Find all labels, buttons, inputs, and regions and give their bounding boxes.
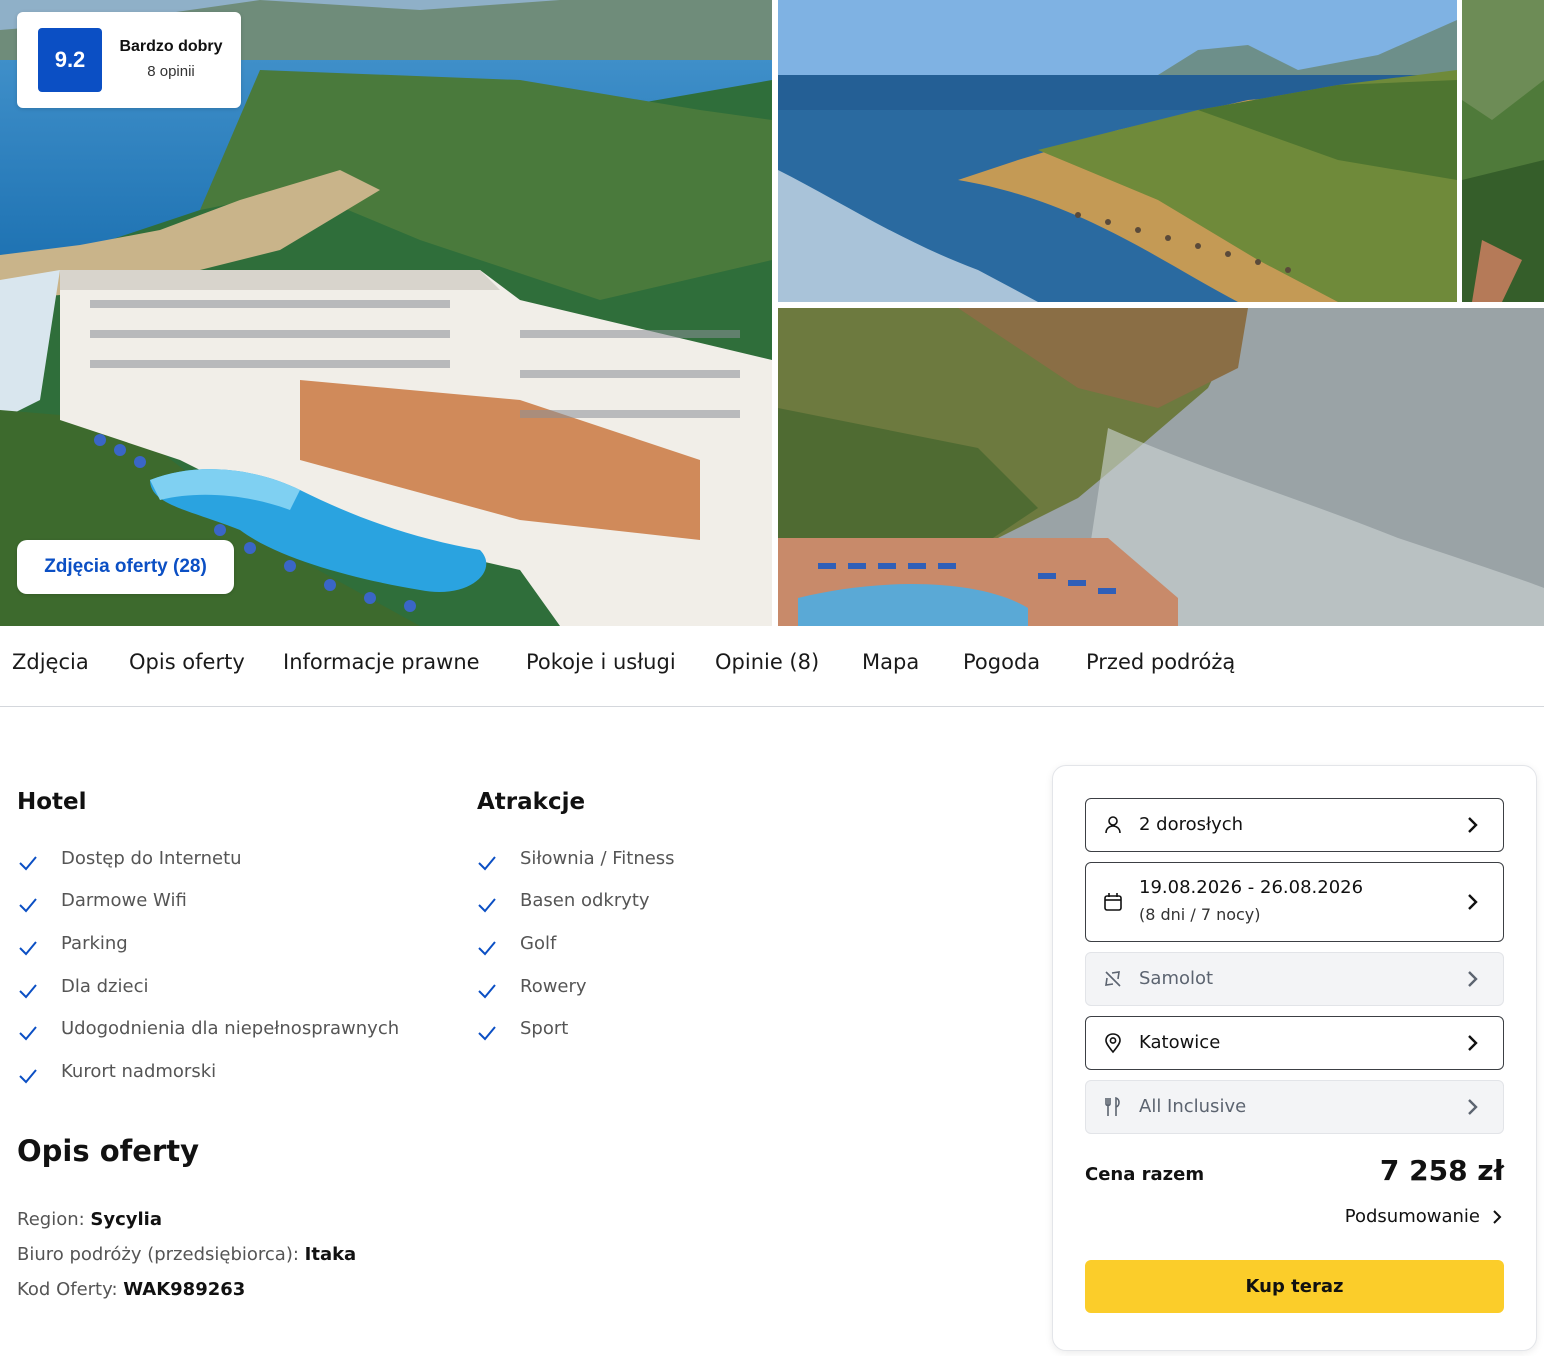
board-value: All Inclusive (1139, 1096, 1247, 1117)
chevron-right-icon (1468, 894, 1478, 910)
transport-value: Samolot (1139, 968, 1214, 989)
check-icon (19, 1069, 37, 1084)
tab-offer-description[interactable]: Opis oferty (129, 650, 245, 674)
attraction-item: Rowery (476, 971, 587, 1001)
summary-link[interactable]: Podsumowanie (1345, 1206, 1504, 1227)
amenity-item: Udogodnienia dla niepełnosprawnych (17, 1013, 399, 1043)
transport-selector[interactable]: Samolot (1085, 952, 1504, 1006)
rating-label: Bardzo dobry (119, 38, 223, 55)
check-icon (478, 941, 496, 956)
amenity-label: Kurort nadmorski (61, 1060, 217, 1082)
booking-panel: 2 dorosłych 19.08.2026 - 26.08.2026 (8 d… (1052, 765, 1537, 1351)
photo-gallery: 9.2 Bardzo dobry 8 opinii Zdjęcia oferty… (0, 0, 1544, 626)
attractions-title: Atrakcje (477, 789, 586, 815)
tab-legal-info[interactable]: Informacje prawne (283, 650, 480, 674)
attraction-label: Siłownia / Fitness (520, 847, 675, 869)
tab-reviews[interactable]: Opinie (8) (715, 650, 819, 674)
attraction-label: Rowery (520, 975, 587, 997)
attraction-item: Golf (476, 928, 556, 958)
board-selector[interactable]: All Inclusive (1085, 1080, 1504, 1134)
amenity-label: Udogodnienia dla niepełnosprawnych (61, 1017, 400, 1039)
amenity-label: Dostęp do Internetu (61, 847, 242, 869)
person-icon (1105, 816, 1121, 834)
offer-code-value: WAK989263 (123, 1279, 246, 1300)
beach-photo[interactable] (778, 0, 1457, 302)
check-icon (19, 898, 37, 913)
attraction-item: Basen odkryty (476, 885, 650, 915)
amenity-item: Darmowe Wifi (17, 885, 187, 915)
tab-rooms-services[interactable]: Pokoje i usługi (526, 650, 676, 674)
total-price-label: Cena razem (1085, 1164, 1205, 1185)
check-icon (478, 984, 496, 999)
tab-weather[interactable]: Pogoda (963, 650, 1040, 674)
amenity-label: Parking (61, 932, 128, 954)
travelers-value: 2 dorosłych (1139, 814, 1244, 835)
amenity-item: Parking (17, 928, 128, 958)
hotel-amenities-title: Hotel (17, 789, 87, 815)
amenity-label: Dla dzieci (61, 975, 149, 997)
check-icon (19, 941, 37, 956)
section-tabs: Zdjęcia Opis oferty Informacje prawne Po… (0, 626, 1544, 707)
check-icon (478, 1026, 496, 1041)
check-icon (478, 898, 496, 913)
offer-description-title: Opis oferty (17, 1134, 199, 1168)
offer-code-label: Kod Oferty: (17, 1279, 124, 1300)
chevron-right-icon (1468, 1099, 1478, 1115)
tab-before-travel[interactable]: Przed podróżą (1086, 650, 1235, 674)
check-icon (19, 984, 37, 999)
chevron-right-icon (1468, 1035, 1478, 1051)
check-icon (478, 856, 496, 871)
duration-value: (8 dni / 7 nocy) (1139, 905, 1261, 924)
chevron-right-icon (1468, 971, 1478, 987)
amenity-label: Darmowe Wifi (61, 889, 187, 911)
summary-label: Podsumowanie (1344, 1206, 1480, 1227)
chevron-right-icon (1468, 817, 1478, 833)
offer-photos-button[interactable]: Zdjęcia oferty (28) (17, 540, 234, 594)
rating-card[interactable]: 9.2 Bardzo dobry 8 opinii (17, 12, 241, 108)
region-value: Sycylia (90, 1209, 162, 1230)
dates-value: 19.08.2026 - 26.08.2026 (1139, 877, 1364, 898)
check-icon (19, 856, 37, 871)
amenity-item: Kurort nadmorski (17, 1056, 216, 1086)
chevron-right-icon (1493, 1209, 1502, 1224)
operator-row: Biuro podróży (przedsiębiorca): Itaka (17, 1244, 356, 1265)
buy-now-button[interactable]: Kup teraz (1085, 1260, 1504, 1313)
cliff-photo[interactable] (1462, 0, 1544, 302)
calendar-icon (1104, 893, 1122, 911)
rating-count: 8 opinii (147, 63, 195, 80)
departure-selector[interactable]: Katowice (1085, 1016, 1504, 1070)
location-pin-icon (1105, 1033, 1121, 1054)
tab-photos[interactable]: Zdjęcia (12, 650, 89, 674)
coast-photo[interactable] (778, 308, 1544, 626)
cutlery-icon (1105, 1096, 1120, 1116)
operator-value: Itaka (304, 1244, 357, 1265)
region-label: Region: (17, 1209, 91, 1230)
attraction-label: Golf (520, 932, 557, 954)
offer-code-row: Kod Oferty: WAK989263 (17, 1279, 245, 1300)
operator-label: Biuro podróży (przedsiębiorca): (17, 1244, 305, 1265)
region-row: Region: Sycylia (17, 1209, 162, 1230)
check-icon (19, 1026, 37, 1041)
dates-selector[interactable]: 19.08.2026 - 26.08.2026 (8 dni / 7 nocy) (1085, 862, 1504, 942)
amenity-item: Dostęp do Internetu (17, 843, 242, 873)
attraction-label: Basen odkryty (520, 889, 650, 911)
attraction-item: Sport (476, 1013, 568, 1043)
attraction-label: Sport (520, 1017, 569, 1039)
amenity-item: Dla dzieci (17, 971, 148, 1001)
departure-value: Katowice (1139, 1032, 1221, 1053)
attraction-item: Siłownia / Fitness (476, 843, 675, 873)
rating-score-badge: 9.2 (38, 28, 102, 92)
travelers-selector[interactable]: 2 dorosłych (1085, 798, 1504, 852)
total-price-value: 7 258 zł (1379, 1154, 1504, 1187)
plane-icon (1105, 971, 1121, 987)
tab-map[interactable]: Mapa (862, 650, 919, 674)
